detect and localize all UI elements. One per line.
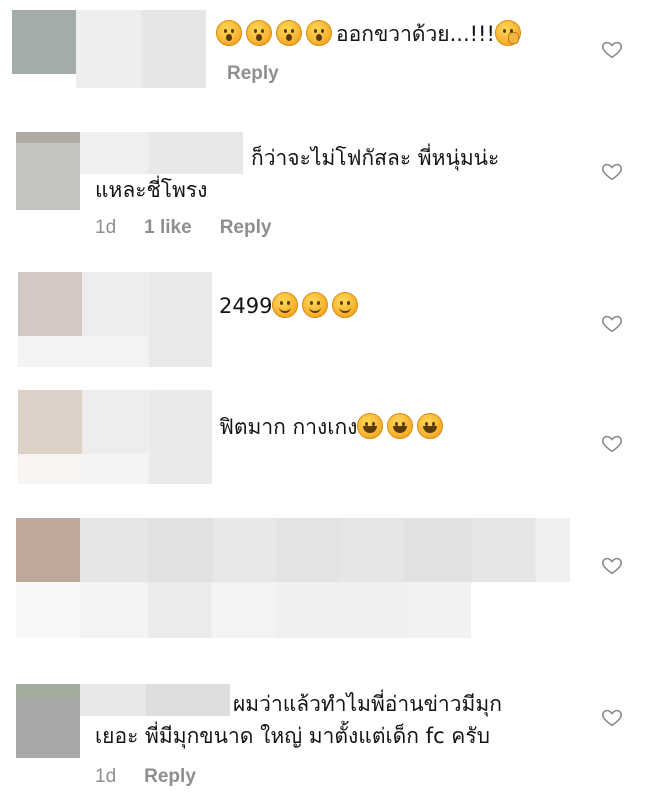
heart-outline-icon[interactable] (601, 706, 623, 728)
smiling-face-emoji (332, 292, 359, 318)
comment-text: เยอะ พี่มีมุกขนาด ใหญ่ มาตั้งแต่เด็ก fc … (95, 724, 490, 748)
comment-text: แหละชี่โพรง (95, 178, 208, 202)
comment-text-line: ออกขวาด้วย...!!! (336, 22, 495, 46)
comment-text: ก็ว่าจะไม่โฟกัสละ พี่หนุ่มน่ะ (251, 146, 500, 170)
comment-text-line: 2499 (219, 294, 273, 318)
comment-item: 2499 (0, 262, 662, 372)
tears-of-joy-emoji (357, 413, 384, 439)
comment-text-line: ฟิตมาก กางเกง (219, 415, 358, 439)
heart-outline-icon[interactable] (601, 312, 623, 334)
reply-button[interactable]: Reply (144, 766, 196, 787)
comment-meta: 1d 1 like Reply (95, 217, 299, 239)
astonished-emoji (216, 20, 242, 46)
blur-block (18, 454, 148, 484)
reply-button[interactable]: Reply (220, 217, 272, 238)
comment-item: ก็ว่าจะไม่โฟกัสละ พี่หนุ่มน่ะ แหละชี่โพร… (0, 120, 662, 250)
astonished-emoji (246, 20, 272, 46)
username-blurred[interactable] (80, 684, 230, 716)
avatar[interactable] (16, 132, 80, 210)
avatar[interactable] (18, 272, 82, 336)
smiling-face-emoji (302, 292, 329, 318)
comment-meta: 1d Reply (95, 766, 224, 788)
astonished-emoji (276, 20, 302, 46)
avatar[interactable] (18, 390, 82, 454)
avatar[interactable] (12, 10, 76, 74)
comment-time: 1d (95, 766, 117, 787)
blur-block (18, 336, 148, 367)
avatar[interactable] (16, 684, 80, 758)
comment-item (0, 510, 662, 645)
tears-of-joy-emoji (417, 413, 444, 439)
heart-outline-icon[interactable] (601, 160, 623, 182)
tears-of-joy-emoji (387, 413, 414, 439)
avatar[interactable] (16, 518, 80, 582)
smiling-face-emoji (272, 292, 299, 318)
comment-text: ออกขวาด้วย...!!! (216, 18, 525, 50)
likes-count-button[interactable]: 1 like (144, 217, 192, 238)
face-with-hand-over-mouth-emoji (494, 20, 521, 46)
heart-outline-icon[interactable] (601, 432, 623, 454)
comment-text-blurred (16, 582, 471, 638)
comment-text: 2499 (219, 290, 362, 322)
username-blurred[interactable] (76, 10, 206, 88)
heart-outline-icon[interactable] (601, 554, 623, 576)
username-blurred[interactable] (80, 132, 243, 174)
comment-item: ออกขวาด้วย...!!! Reply (0, 0, 662, 100)
astonished-emoji (306, 20, 332, 46)
comment-time: 1d (95, 217, 117, 238)
reply-button[interactable]: Reply (227, 63, 279, 84)
username-blurred[interactable] (80, 518, 570, 582)
comment-text: ผมว่าแล้วทำไมพี่อ่านข่าวมีมุก (233, 692, 502, 716)
comment-text: ฟิตมาก กางเกง (219, 411, 447, 443)
comment-item: ฟิตมาก กางเกง (0, 382, 662, 492)
comment-item: ผมว่าแล้วทำไมพี่อ่านข่าวมีมุก เยอะ พี่มี… (0, 672, 662, 800)
heart-outline-icon[interactable] (601, 38, 623, 60)
comment-meta: Reply (227, 63, 307, 85)
